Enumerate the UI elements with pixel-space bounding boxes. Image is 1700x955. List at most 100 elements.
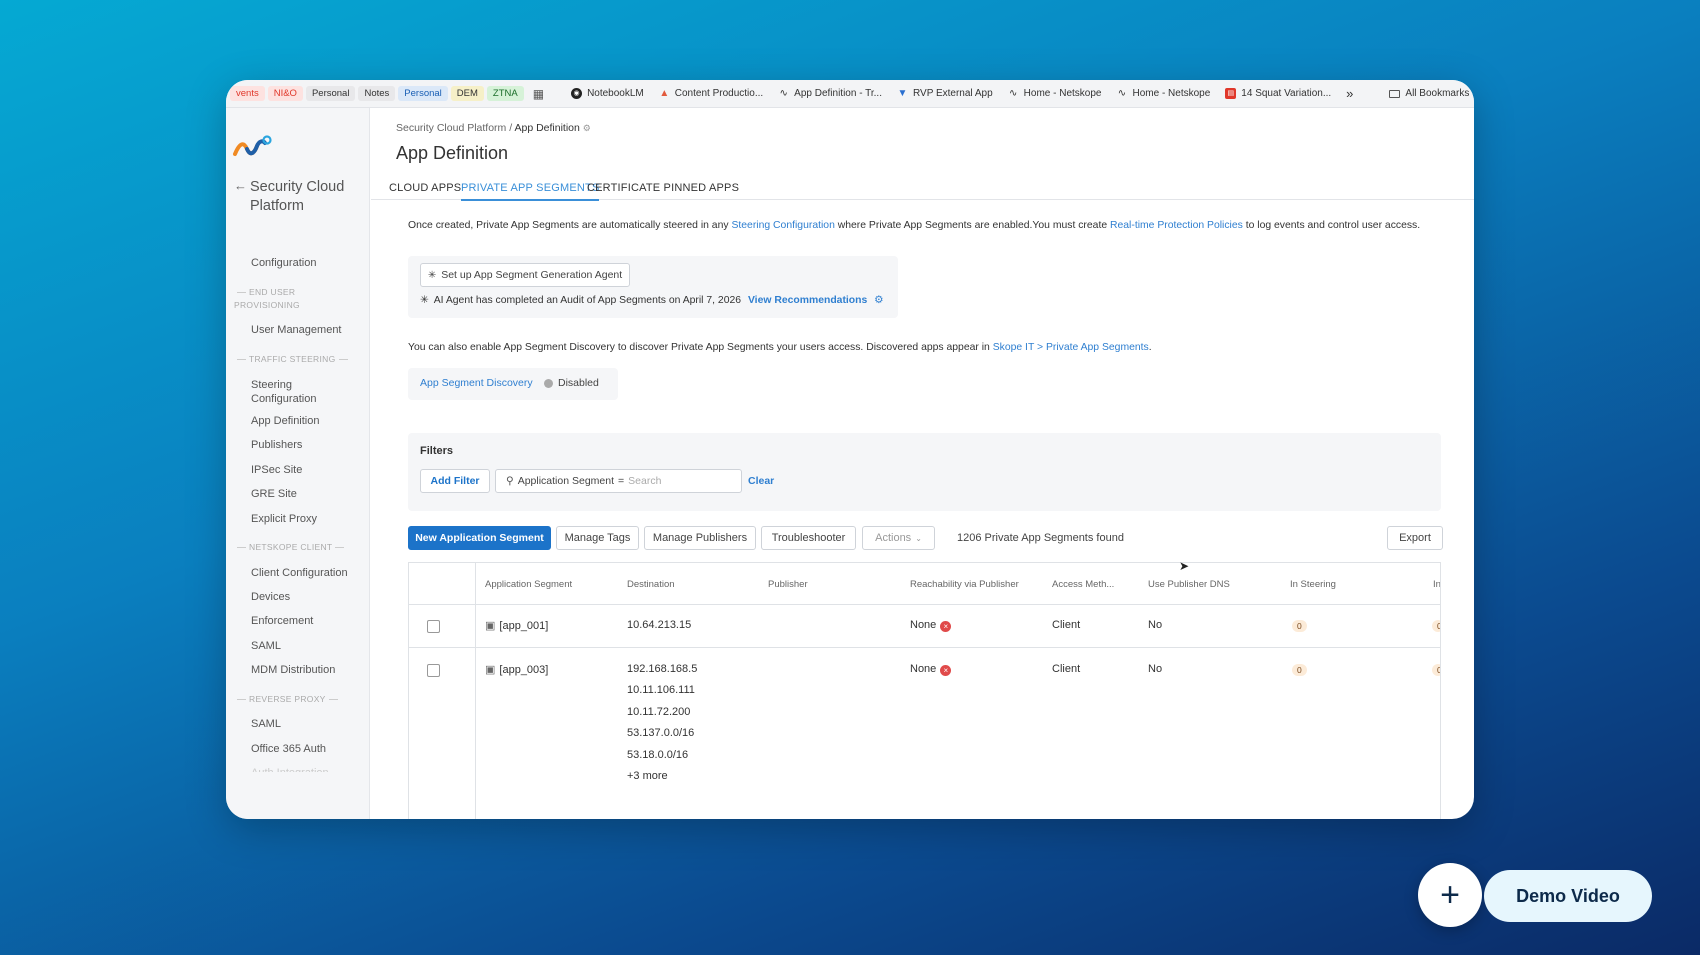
column-in-steering[interactable]: In Steering	[1290, 563, 1336, 605]
main-content: Security Cloud Platform / App Definition…	[371, 108, 1474, 819]
section-label: TRAFFIC STEERING	[249, 354, 336, 364]
table-row[interactable]: ▣ [app_001] 10.64.213.15 None × Client No …	[409, 605, 1440, 648]
sidebar-item-enforcement[interactable]: Enforcement	[251, 614, 313, 628]
sidebar-item-devices[interactable]: Devices	[251, 590, 290, 604]
column-reachability[interactable]: Reachability via Publisher	[910, 563, 1019, 605]
chevron-down-icon: ⌄	[915, 533, 922, 543]
bookmarks-overflow-icon[interactable]: »	[1340, 84, 1359, 103]
back-to-platform[interactable]: ← Security Cloud Platform	[234, 178, 360, 216]
column-publisher[interactable]: Publisher	[768, 563, 808, 605]
bookmarks-bar: vents NI&O Personal Notes Personal DEM Z…	[226, 80, 1474, 108]
all-bookmarks[interactable]: All Bookmarks	[1383, 86, 1474, 101]
tab-private-app-segments[interactable]: PRIVATE APP SEGMENTS	[461, 182, 600, 201]
sidebar-item-saml-reverse[interactable]: SAML	[251, 717, 281, 731]
sidebar-item-gre-site[interactable]: GRE Site	[251, 487, 297, 501]
sidebar-item-saml[interactable]: SAML	[251, 639, 281, 653]
new-application-segment-button[interactable]: New Application Segment	[408, 526, 551, 550]
section-end-user-provisioning: END USER PROVISIONING	[234, 286, 344, 312]
bookmark-vents[interactable]: vents	[230, 86, 265, 101]
sidebar-item-client-configuration[interactable]: Client Configuration	[251, 566, 348, 580]
bookmark-notebooklm[interactable]: ◉ NotebookLM	[565, 86, 650, 101]
bookmark-home-netskope-2[interactable]: ∿ Home - Netskope	[1110, 86, 1216, 101]
sidebar-item-user-management[interactable]: User Management	[251, 323, 342, 337]
table-row[interactable]: ▣ [app_003] 192.168.168.5 10.11.106.111 1…	[409, 649, 1440, 809]
manage-tags-button[interactable]: Manage Tags	[556, 526, 639, 550]
bookmark-app-definition[interactable]: ∿ App Definition - Tr...	[772, 86, 888, 101]
tab-cloud-apps[interactable]: CLOUD APPS	[389, 182, 461, 194]
sidebar-item-mdm-distribution[interactable]: MDM Distribution	[251, 663, 335, 677]
row-checkbox[interactable]	[427, 620, 440, 633]
sidebar-item-configuration[interactable]: Configuration	[251, 256, 316, 270]
segment-name[interactable]: ▣ [app_001]	[485, 619, 548, 632]
bookmark-label: Content Productio...	[674, 88, 764, 99]
demo-video-button[interactable]: Demo Video	[1484, 870, 1652, 922]
segment-name[interactable]: ▣ [app_003]	[485, 663, 548, 676]
bookmark-content[interactable]: ▲ Content Productio...	[653, 86, 769, 101]
page-title: App Definition	[396, 143, 509, 163]
filter-placeholder: Search	[628, 475, 662, 487]
actions-dropdown[interactable]: Actions ⌄	[862, 526, 935, 550]
setup-agent-button[interactable]: ✳ Set up App Segment Generation Agent	[420, 263, 630, 287]
destination: 10.64.213.15	[627, 619, 692, 631]
bookmark-dem[interactable]: DEM	[450, 86, 484, 101]
bookmark-rvp[interactable]: ▼ RVP External App	[891, 86, 999, 101]
clear-filter-link[interactable]: Clear	[748, 475, 774, 487]
intro-text-part: Once created, Private App Segments are a…	[408, 220, 732, 231]
section-line	[328, 699, 338, 701]
app-segment-discovery-link[interactable]: App Segment Discovery	[420, 377, 533, 389]
add-filter-button[interactable]: Add Filter	[420, 469, 490, 493]
reachability: None ×	[910, 663, 952, 676]
sidebar-item-publishers[interactable]: Publishers	[251, 438, 302, 452]
section-line	[237, 359, 246, 361]
skope-it-link[interactable]: Skope IT > Private App Segments	[993, 342, 1149, 353]
bookmark-nio[interactable]: NI&O	[267, 86, 303, 101]
bookmark-personal[interactable]: Personal	[305, 86, 356, 101]
bookmark-notes[interactable]: Notes	[358, 86, 396, 101]
more-destinations-link[interactable]: +3 more	[627, 770, 668, 782]
section-line	[335, 547, 345, 549]
manage-publishers-button[interactable]: Manage Publishers	[644, 526, 756, 550]
reachability-text: None	[910, 619, 937, 631]
bookmark-squat[interactable]: ▤ 14 Squat Variation...	[1219, 86, 1337, 101]
sidebar-item-steering-configuration[interactable]: Steering Configuration	[251, 378, 351, 406]
apps-grid-icon[interactable]: ▦	[527, 85, 550, 103]
netskope-icon: ∿	[779, 88, 788, 99]
discovery-state: Disabled	[558, 377, 599, 389]
export-button[interactable]: Export	[1387, 526, 1443, 550]
column-application-segment[interactable]: Application Segment	[485, 563, 572, 605]
gear-icon[interactable]: ⚙	[874, 295, 883, 306]
sidebar-item-explicit-proxy[interactable]: Explicit Proxy	[251, 512, 317, 526]
intro-text-part: where Private App Segments are enabled.Y…	[834, 220, 1110, 231]
results-count: 1206 Private App Segments found	[957, 532, 1124, 544]
real-time-protection-link[interactable]: Real-time Protection Policies	[1110, 220, 1243, 231]
column-in-cut[interactable]: In	[1433, 563, 1440, 605]
bookmark-label: NotebookLM	[587, 88, 644, 99]
add-button[interactable]: +	[1418, 863, 1482, 927]
bookmark-label: App Definition - Tr...	[794, 88, 882, 99]
bookmark-personal-2[interactable]: Personal	[398, 86, 448, 101]
steering-configuration-link[interactable]: Steering Configuration	[731, 220, 834, 231]
bookmark-home-netskope[interactable]: ∿ Home - Netskope	[1002, 86, 1108, 101]
segment-name-text: [app_001]	[499, 620, 549, 632]
breadcrumb-root[interactable]: Security Cloud Platform	[396, 122, 506, 134]
troubleshooter-button[interactable]: Troubleshooter	[761, 526, 856, 550]
filter-search-input[interactable]: ⚲ Application Segment = Search	[495, 469, 742, 493]
sidebar-item-ipsec-site[interactable]: IPSec Site	[251, 463, 302, 477]
row-checkbox[interactable]	[427, 664, 440, 677]
disabled-status-dot	[544, 379, 553, 388]
settings-small-icon[interactable]: ⚙	[583, 123, 591, 133]
sidebar-item-cut-off[interactable]: Auth Integration	[251, 766, 329, 772]
sidebar-item-office-365-auth[interactable]: Office 365 Auth	[251, 742, 326, 756]
notebook-icon: ◉	[571, 88, 583, 99]
mouse-cursor-icon: ➤	[1179, 559, 1190, 573]
view-recommendations-link[interactable]: View Recommendations	[748, 295, 867, 306]
section-line	[237, 292, 246, 294]
agent-status-text: AI Agent has completed an Audit of App S…	[433, 295, 742, 306]
bookmark-ztna[interactable]: ZTNA	[486, 86, 524, 101]
column-access-method[interactable]: Access Meth...	[1052, 563, 1114, 605]
bookmark-label: 14 Squat Variation...	[1241, 88, 1332, 99]
section-traffic-steering: TRAFFIC STEERING	[234, 353, 351, 366]
column-destination[interactable]: Destination	[627, 563, 675, 605]
sidebar-item-app-definition[interactable]: App Definition	[251, 414, 320, 428]
tab-certificate-pinned-apps[interactable]: CERTIFICATE PINNED APPS	[587, 182, 739, 194]
